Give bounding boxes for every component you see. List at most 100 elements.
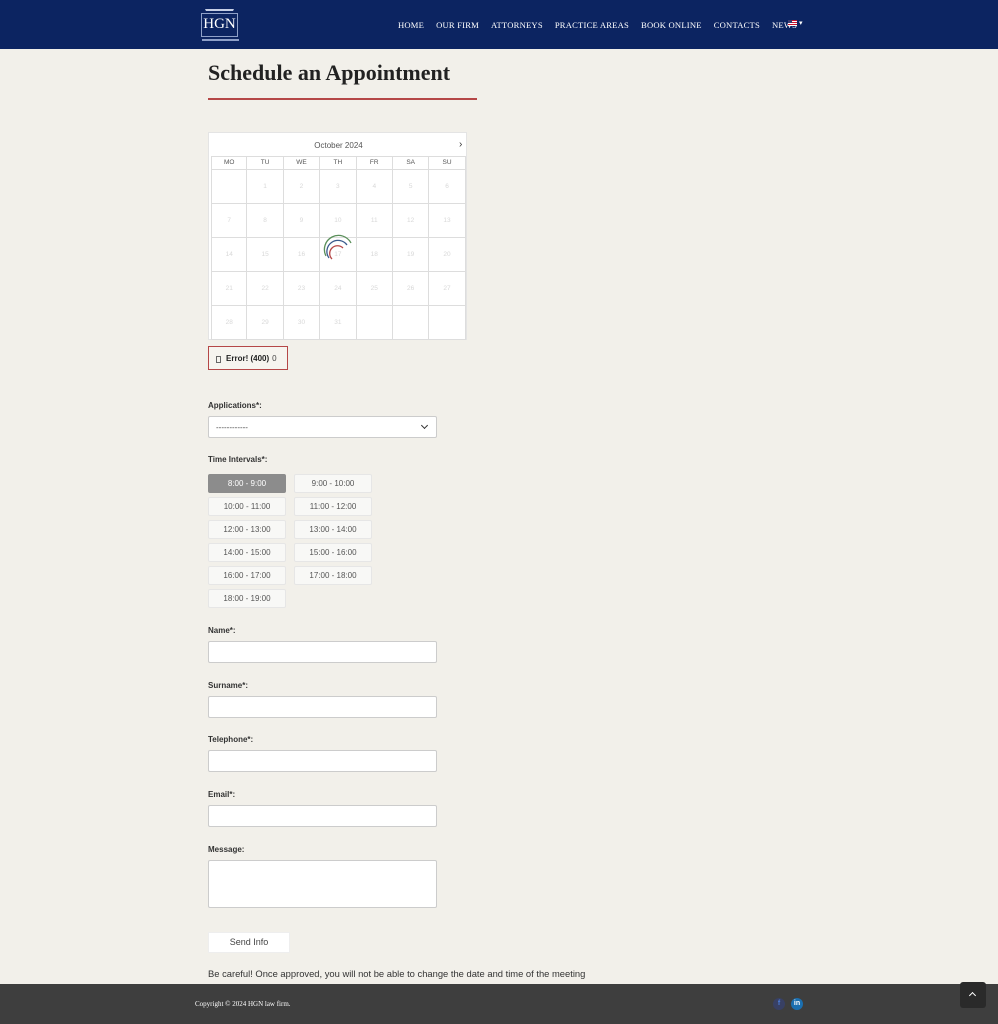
language-switcher[interactable]: ▾ [788, 19, 803, 27]
message-textarea[interactable] [208, 860, 437, 908]
nav-our-firm[interactable]: OUR FIRM [436, 18, 479, 32]
calendar-day[interactable]: 2 [283, 170, 321, 204]
calendar-week: 7 8 9 10 11 12 13 [211, 204, 466, 238]
telephone-field[interactable] [208, 750, 437, 772]
error-message: Error! (400) 0 [208, 346, 288, 370]
calendar-day[interactable]: 9 [283, 204, 321, 238]
calendar-day[interactable]: 20 [429, 238, 466, 272]
weekday-label: TU [247, 156, 284, 170]
calendar-day[interactable]: 12 [392, 204, 430, 238]
chevron-down-icon [420, 421, 429, 430]
calendar-day[interactable]: 25 [356, 272, 393, 306]
time-slot-15-16[interactable]: 15:00 - 16:00 [294, 543, 372, 562]
calendar-day[interactable]: 21 [211, 272, 248, 306]
weekday-label: WE [283, 156, 321, 170]
logo-base-icon [202, 39, 239, 41]
calendar-day[interactable]: 8 [247, 204, 284, 238]
calendar: October 2024 › MO TU WE TH FR SA SU 1 2 … [208, 132, 467, 340]
calendar-day[interactable]: 18 [356, 238, 393, 272]
calendar-next-month-icon[interactable]: › [459, 139, 462, 150]
calendar-day[interactable]: 28 [211, 306, 248, 340]
calendar-day[interactable]: 26 [392, 272, 430, 306]
calendar-grid: MO TU WE TH FR SA SU 1 2 3 4 5 6 7 8 9 1… [211, 156, 466, 340]
site-footer: Copyright © 2024 HGN law firm. f in [0, 984, 998, 1024]
calendar-day[interactable]: 24 [320, 272, 357, 306]
calendar-week: 1 2 3 4 5 6 [211, 170, 466, 204]
site-header: HGN HOME OUR FIRM ATTORNEYS PRACTICE ARE… [0, 0, 998, 49]
time-slot-18-19[interactable]: 18:00 - 19:00 [208, 589, 286, 608]
calendar-month: October 2024 [314, 141, 363, 150]
calendar-day[interactable] [356, 306, 393, 340]
time-slot-17-18[interactable]: 17:00 - 18:00 [294, 566, 372, 585]
weekday-label: FR [356, 156, 393, 170]
calendar-day[interactable]: 14 [211, 238, 248, 272]
nav-book-online[interactable]: BOOK ONLINE [641, 18, 702, 32]
calendar-day[interactable]: 6 [429, 170, 466, 204]
logo-text: HGN [203, 16, 236, 32]
nav-attorneys[interactable]: ATTORNEYS [491, 18, 543, 32]
time-slot-8-9[interactable]: 8:00 - 9:00 [208, 474, 286, 493]
facebook-icon[interactable]: f [773, 998, 785, 1010]
calendar-day[interactable]: 17 [320, 238, 357, 272]
warning-text: Be careful! Once approved, you will not … [208, 968, 586, 979]
calendar-day[interactable]: 16 [283, 238, 321, 272]
send-info-button[interactable]: Send Info [208, 932, 290, 953]
calendar-day[interactable]: 3 [320, 170, 357, 204]
calendar-day[interactable]: 5 [392, 170, 430, 204]
error-code: 0 [272, 353, 277, 363]
weekday-label: SU [429, 156, 466, 170]
calendar-day[interactable]: 7 [211, 204, 248, 238]
time-slot-11-12[interactable]: 11:00 - 12:00 [294, 497, 372, 516]
calendar-day[interactable] [392, 306, 430, 340]
calendar-week: 28 29 30 31 [211, 306, 466, 340]
nav-contacts[interactable]: CONTACTS [714, 18, 760, 32]
calendar-week: 14 15 16 17 18 19 20 [211, 238, 466, 272]
surname-field[interactable] [208, 696, 437, 718]
calendar-day[interactable]: 1 [247, 170, 284, 204]
calendar-day[interactable]: 23 [283, 272, 321, 306]
applications-label: Applications*: [208, 401, 262, 410]
time-slot-10-11[interactable]: 10:00 - 11:00 [208, 497, 286, 516]
message-label: Message: [208, 845, 245, 854]
applications-selected-value: ------------ [216, 422, 248, 432]
calendar-day[interactable] [211, 170, 248, 204]
calendar-day[interactable]: 27 [429, 272, 466, 306]
chevron-down-icon: ▾ [799, 20, 803, 27]
name-field[interactable] [208, 641, 437, 663]
calendar-day[interactable] [429, 306, 466, 340]
time-slot-16-17[interactable]: 16:00 - 17:00 [208, 566, 286, 585]
applications-select[interactable]: ------------ [208, 416, 437, 438]
name-label: Name*: [208, 626, 236, 635]
weekday-label: SA [392, 156, 430, 170]
calendar-day[interactable]: 4 [356, 170, 393, 204]
time-slot-12-13[interactable]: 12:00 - 13:00 [208, 520, 286, 539]
weekday-label: MO [211, 156, 248, 170]
nav-practice-areas[interactable]: PRACTICE AREAS [555, 18, 629, 32]
time-slot-13-14[interactable]: 13:00 - 14:00 [294, 520, 372, 539]
calendar-day[interactable]: 31 [320, 306, 357, 340]
time-slot-9-10[interactable]: 9:00 - 10:00 [294, 474, 372, 493]
time-slot-14-15[interactable]: 14:00 - 15:00 [208, 543, 286, 562]
telephone-label: Telephone*: [208, 735, 254, 744]
main-nav: HOME OUR FIRM ATTORNEYS PRACTICE AREAS B… [398, 18, 809, 32]
copyright-text: Copyright © 2024 HGN law firm. [195, 1000, 291, 1008]
calendar-day[interactable]: 15 [247, 238, 284, 272]
document-icon [216, 355, 221, 363]
calendar-day[interactable]: 29 [247, 306, 284, 340]
calendar-day[interactable]: 11 [356, 204, 393, 238]
calendar-day[interactable]: 10 [320, 204, 357, 238]
weekday-label: TH [320, 156, 357, 170]
email-field[interactable] [208, 805, 437, 827]
calendar-week: 21 22 23 24 25 26 27 [211, 272, 466, 306]
time-intervals-label: Time Intervals*: [208, 455, 268, 464]
error-text: Error! (400) [226, 353, 270, 363]
calendar-day[interactable]: 13 [429, 204, 466, 238]
scroll-to-top-icon[interactable] [960, 982, 986, 1008]
linkedin-icon[interactable]: in [791, 998, 803, 1010]
calendar-day[interactable]: 22 [247, 272, 284, 306]
surname-label: Surname*: [208, 681, 249, 690]
calendar-day[interactable]: 30 [283, 306, 321, 340]
hgn-logo[interactable]: HGN [201, 9, 239, 41]
calendar-day[interactable]: 19 [392, 238, 430, 272]
nav-home[interactable]: HOME [398, 18, 424, 32]
